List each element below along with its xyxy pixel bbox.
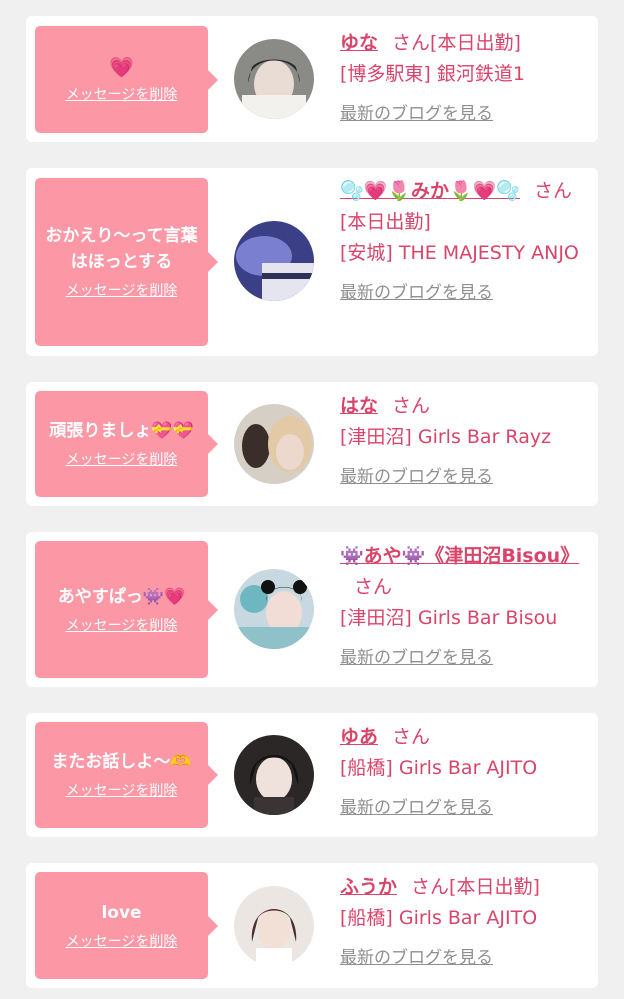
message-bubble: 💗 メッセージを削除 <box>35 26 218 133</box>
honorific: さん <box>392 395 431 417</box>
shop-name: [津田沼] Girls Bar Bisou <box>340 607 558 629</box>
message-card: 💗 メッセージを削除 ゆな さん[本日出勤] [博多駅東] 銀河鉄道1 最新のブロ… <box>26 16 598 142</box>
shop-name: [安城] THE MAJESTY ANJO <box>340 242 579 264</box>
cast-info: 👾あや👾《津田沼Bisou》さん [津田沼] Girls Bar Bisou 最… <box>340 541 586 674</box>
cast-info: ゆあ さん [船橋] Girls Bar AJITO 最新のブログを見る <box>340 722 586 824</box>
avatar[interactable] <box>234 39 314 119</box>
honorific: さん <box>533 180 572 202</box>
status-badge: [本日出勤] <box>449 876 540 898</box>
delete-message-link[interactable]: メッセージを削除 <box>66 450 178 470</box>
message-text: 頑張りましょ💝💝 <box>49 421 194 441</box>
shop-name: [津田沼] Girls Bar Rayz <box>340 426 552 448</box>
latest-blog-link[interactable]: 最新のブログを見る <box>340 943 493 974</box>
message-card: 頑張りましょ💝💝 メッセージを削除 はな さん [津田沼] Girls Bar R… <box>26 382 598 506</box>
delete-message-link[interactable]: メッセージを削除 <box>66 85 178 105</box>
message-card: またお話しよ〜🫶 メッセージを削除 ゆあ さん [船橋] Girls Bar AJ… <box>26 713 598 837</box>
latest-blog-link[interactable]: 最新のブログを見る <box>340 643 493 674</box>
cast-info: 🫧💗🌷みか🌷💗🫧 さん [本日出勤] [安城] THE MAJESTY ANJO 最… <box>340 176 586 309</box>
message-bubble: またお話しよ〜🫶 メッセージを削除 <box>35 722 218 828</box>
cast-info: ゆな さん[本日出勤] [博多駅東] 銀河鉄道1 最新のブログを見る <box>340 28 586 130</box>
status-badge: [本日出勤] <box>340 211 431 233</box>
honorific: さん <box>354 576 393 598</box>
honorific: さん <box>411 876 450 898</box>
message-text: おかえり〜って言葉はほっとする <box>45 226 198 272</box>
latest-blog-link[interactable]: 最新のブログを見る <box>340 793 493 824</box>
cast-info: ふうか さん[本日出勤] [船橋] Girls Bar AJITO 最新のブログを… <box>340 872 586 974</box>
honorific: さん <box>392 32 431 54</box>
honorific: さん <box>392 726 431 748</box>
message-bubble: あやすぱっ👾💗 メッセージを削除 <box>35 541 218 678</box>
latest-blog-link[interactable]: 最新のブログを見る <box>340 99 493 130</box>
cast-name-link[interactable]: 👾あや👾《津田沼Bisou》 <box>340 545 579 567</box>
shop-name: [船橋] Girls Bar AJITO <box>340 907 538 929</box>
message-bubble: おかえり〜って言葉はほっとする メッセージを削除 <box>35 178 218 346</box>
message-bubble: love メッセージを削除 <box>35 872 218 979</box>
message-card: おかえり〜って言葉はほっとする メッセージを削除 🫧💗🌷みか🌷💗🫧 さん [本日出勤… <box>26 168 598 356</box>
avatar[interactable] <box>234 569 314 649</box>
message-text: またお話しよ〜🫶 <box>51 752 192 772</box>
message-card: あやすぱっ👾💗 メッセージを削除 👾あや👾《津田沼Bisou》さん [津田沼] … <box>26 532 598 687</box>
cast-name-link[interactable]: 🫧💗🌷みか🌷💗🫧 <box>340 180 520 202</box>
cast-name-link[interactable]: ゆな <box>340 32 378 54</box>
message-text: 💗 <box>109 54 134 79</box>
status-badge: [本日出勤] <box>430 32 521 54</box>
cast-info: はな さん [津田沼] Girls Bar Rayz 最新のブログを見る <box>340 391 586 493</box>
delete-message-link[interactable]: メッセージを削除 <box>66 281 178 301</box>
cast-name-link[interactable]: ふうか <box>340 876 397 898</box>
delete-message-link[interactable]: メッセージを削除 <box>66 616 178 636</box>
avatar[interactable] <box>234 886 314 966</box>
message-text: あやすぱっ👾💗 <box>57 586 186 607</box>
avatar[interactable] <box>234 221 314 301</box>
delete-message-link[interactable]: メッセージを削除 <box>66 781 178 801</box>
shop-name: [博多駅東] 銀河鉄道1 <box>340 63 525 85</box>
avatar[interactable] <box>234 404 314 484</box>
message-card: love メッセージを削除 ふうか さん[本日出勤] [船橋] Girls Bar… <box>26 863 598 988</box>
message-text: love <box>101 902 142 923</box>
delete-message-link[interactable]: メッセージを削除 <box>66 932 178 952</box>
latest-blog-link[interactable]: 最新のブログを見る <box>340 462 493 493</box>
message-bubble: 頑張りましょ💝💝 メッセージを削除 <box>35 391 218 497</box>
shop-name: [船橋] Girls Bar AJITO <box>340 757 538 779</box>
cast-name-link[interactable]: はな <box>340 395 378 417</box>
cast-name-link[interactable]: ゆあ <box>340 726 378 748</box>
avatar[interactable] <box>234 735 314 815</box>
latest-blog-link[interactable]: 最新のブログを見る <box>340 278 493 309</box>
